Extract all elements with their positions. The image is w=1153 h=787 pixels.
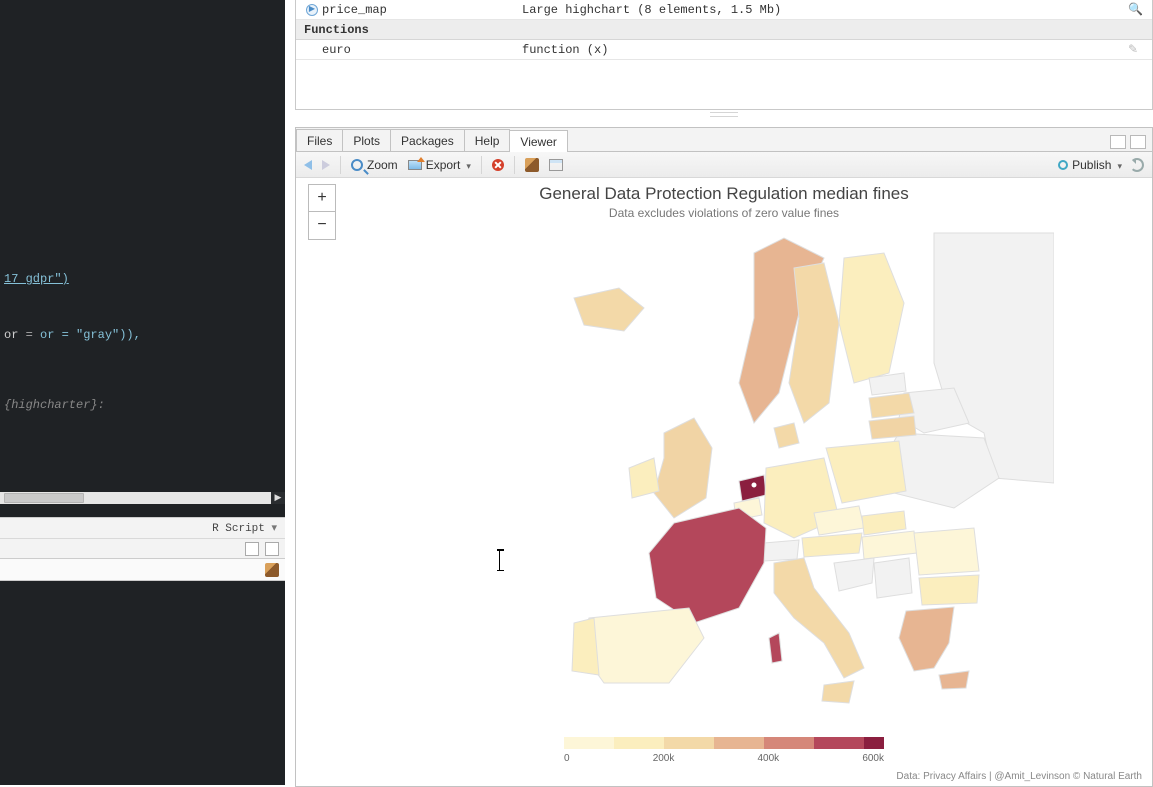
region-ireland[interactable]	[629, 458, 659, 498]
pane-maximize-icon[interactable]	[265, 542, 279, 556]
editor-status-bar: R Script	[0, 517, 285, 539]
code-fragment: 17 gdpr")	[4, 272, 69, 286]
export-icon	[408, 160, 422, 170]
region-latvia[interactable]	[869, 393, 914, 418]
magnifier-icon	[351, 159, 363, 171]
code-text[interactable]: 17 gdpr") or = or = "gray")), {highchart…	[0, 0, 285, 504]
bottom-panel-tabs: Files Plots Packages Help Viewer	[296, 128, 1152, 152]
search-icon[interactable]: 🔍	[1128, 2, 1152, 17]
code-fragment: or = "gray")),	[40, 328, 141, 342]
back-icon[interactable]	[304, 160, 312, 170]
tab-packages[interactable]: Packages	[390, 129, 465, 151]
env-object-name: price_map	[322, 3, 387, 17]
region-romania[interactable]	[914, 528, 979, 575]
chevron-down-icon	[464, 158, 471, 172]
expand-icon[interactable]: ▶	[306, 4, 318, 16]
open-window-icon[interactable]	[549, 159, 563, 171]
chart-title: General Data Protection Regulation media…	[296, 184, 1152, 204]
region-corsica[interactable]	[769, 633, 782, 663]
clear-icon[interactable]	[265, 563, 279, 577]
region-sweden[interactable]	[789, 263, 839, 423]
publish-button[interactable]: Publish	[1058, 158, 1122, 172]
scrollbar-thumb[interactable]	[4, 493, 84, 503]
viewer-toolbar: Zoom Export Publish	[296, 152, 1152, 178]
chevron-down-icon	[1115, 158, 1122, 172]
legend-tick: 600k	[862, 753, 884, 764]
region-slovakia[interactable]	[862, 511, 906, 535]
legend-tick: 0	[564, 753, 570, 764]
zoom-label: Zoom	[367, 158, 398, 172]
env-section-header: Functions	[296, 20, 1152, 40]
edit-icon[interactable]: ✎	[1128, 42, 1152, 57]
region-greece[interactable]	[899, 607, 954, 671]
env-function-sig: function (x)	[522, 43, 1128, 57]
secondary-pane-window-controls	[0, 539, 285, 559]
region-denmark[interactable]	[774, 423, 799, 448]
region-serbia[interactable]	[874, 558, 912, 598]
publish-label: Publish	[1072, 158, 1111, 172]
chart-credits: Data: Privacy Affairs | @Amit_Levinson ©…	[896, 771, 1142, 782]
region-iceland[interactable]	[574, 288, 644, 331]
code-fragment: {highcharter}:	[4, 398, 105, 412]
environment-row[interactable]: euro function (x) ✎	[296, 40, 1152, 60]
region-bulgaria[interactable]	[919, 575, 979, 605]
region-austria[interactable]	[802, 533, 862, 557]
region-uk[interactable]	[654, 418, 712, 518]
code-editor-panel: 17 gdpr") or = or = "gray")), {highchart…	[0, 0, 285, 785]
zoom-button[interactable]: Zoom	[351, 158, 398, 172]
scrollbar-arrow-right-icon[interactable]: ▶	[271, 492, 285, 504]
tab-viewer[interactable]: Viewer	[509, 130, 567, 152]
legend-tick: 200k	[653, 753, 675, 764]
toolbar-separator	[514, 156, 515, 174]
region-portugal[interactable]	[572, 618, 599, 675]
pane-minimize-icon[interactable]	[245, 542, 259, 556]
legend-gradient	[564, 737, 884, 749]
refresh-icon[interactable]	[1130, 158, 1144, 172]
editor-horizontal-scrollbar[interactable]: ▶	[0, 492, 285, 504]
map-chart[interactable]	[296, 223, 1152, 711]
secondary-pane-toolbar	[0, 559, 285, 581]
env-object-value: Large highchart (8 elements, 1.5 Mb)	[522, 3, 1128, 17]
environment-panel: ▶ price_map Large highchart (8 elements,…	[295, 0, 1153, 110]
toolbar-separator	[481, 156, 482, 174]
region-poland[interactable]	[826, 441, 906, 503]
region-greece-islands[interactable]	[939, 671, 969, 689]
region-switzerland[interactable]	[764, 540, 799, 561]
tab-plots[interactable]: Plots	[342, 129, 391, 151]
region-france[interactable]	[649, 508, 766, 623]
region-italy-sicily[interactable]	[822, 681, 854, 703]
environment-row[interactable]: ▶ price_map Large highchart (8 elements,…	[296, 0, 1152, 20]
pane-maximize-icon[interactable]	[1130, 135, 1146, 149]
pane-resize-grip[interactable]	[710, 112, 738, 117]
remove-icon[interactable]	[492, 159, 504, 171]
chart-legend: 0 200k 400k 600k	[296, 737, 1152, 764]
legend-tick: 400k	[758, 753, 780, 764]
pane-minimize-icon[interactable]	[1110, 135, 1126, 149]
viewer-content[interactable]: + − General Data Protection Regulation m…	[296, 178, 1152, 786]
forward-icon[interactable]	[322, 160, 330, 170]
region-hungary[interactable]	[862, 531, 917, 559]
file-type-dropdown[interactable]: R Script	[212, 521, 277, 535]
chart-subtitle: Data excludes violations of zero value f…	[296, 206, 1152, 220]
editor-secondary-pane	[0, 539, 285, 785]
export-button[interactable]: Export	[408, 158, 471, 172]
env-function-name: euro	[322, 43, 351, 57]
region-netherlands-marker	[751, 482, 757, 488]
text-cursor-icon	[499, 549, 500, 571]
tab-files[interactable]: Files	[296, 129, 343, 151]
region-lithuania[interactable]	[869, 416, 916, 439]
toolbar-separator	[340, 156, 341, 174]
region-finland[interactable]	[839, 253, 904, 383]
region-croatia[interactable]	[834, 558, 874, 591]
export-label: Export	[426, 158, 461, 172]
bottom-panel: Files Plots Packages Help Viewer Zoom Ex…	[295, 127, 1153, 787]
zoom-in-button[interactable]: +	[309, 185, 335, 212]
tab-help[interactable]: Help	[464, 129, 511, 151]
publish-icon	[1058, 160, 1068, 170]
clear-viewer-icon[interactable]	[525, 158, 539, 172]
